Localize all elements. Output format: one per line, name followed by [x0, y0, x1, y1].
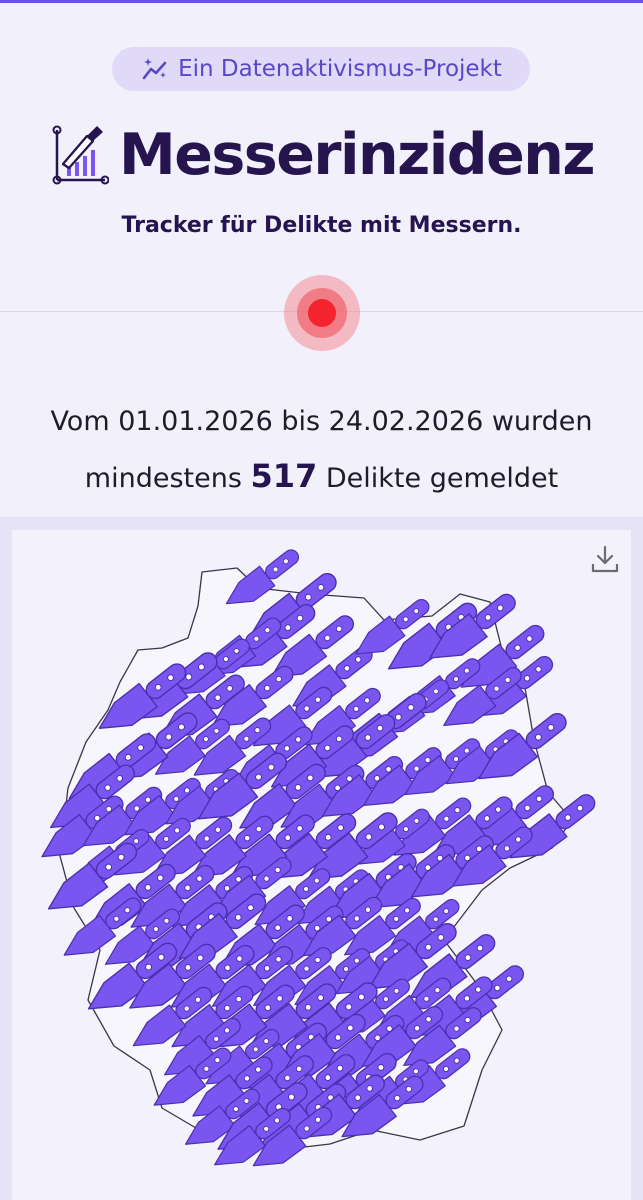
incident-map-card	[12, 530, 631, 1200]
page-title: Messerinzidenz	[118, 122, 596, 188]
sparkle-trend-icon	[142, 58, 167, 80]
header: Ein Datenaktivismus-Projekt Messerinzide…	[0, 3, 643, 517]
date-range-text: Vom 01.01.2026 bis 24.02.2026 wurden	[50, 406, 593, 437]
incident-count: 517	[250, 457, 318, 495]
badge-label: Ein Datenaktivismus-Projekt	[178, 56, 502, 82]
project-badge[interactable]: Ein Datenaktivismus-Projekt	[112, 47, 530, 91]
germany-map[interactable]	[12, 530, 631, 1200]
summary-line-1: Vom 01.01.2026 bis 24.02.2026 wurden	[0, 395, 643, 449]
incident-suffix: Delikte gemeldet	[325, 463, 559, 494]
knife-chart-icon	[52, 125, 109, 185]
incident-summary: Vom 01.01.2026 bis 24.02.2026 wurden min…	[0, 395, 643, 506]
title-row: Messerinzidenz	[0, 115, 643, 195]
summary-line-2: mindestens 517 Delikte gemeldet	[0, 449, 643, 506]
min-word: mindestens	[84, 463, 242, 494]
page-subtitle: Tracker für Delikte mit Messern.	[121, 213, 522, 238]
live-dot-core	[308, 299, 336, 327]
live-indicator	[284, 275, 360, 351]
